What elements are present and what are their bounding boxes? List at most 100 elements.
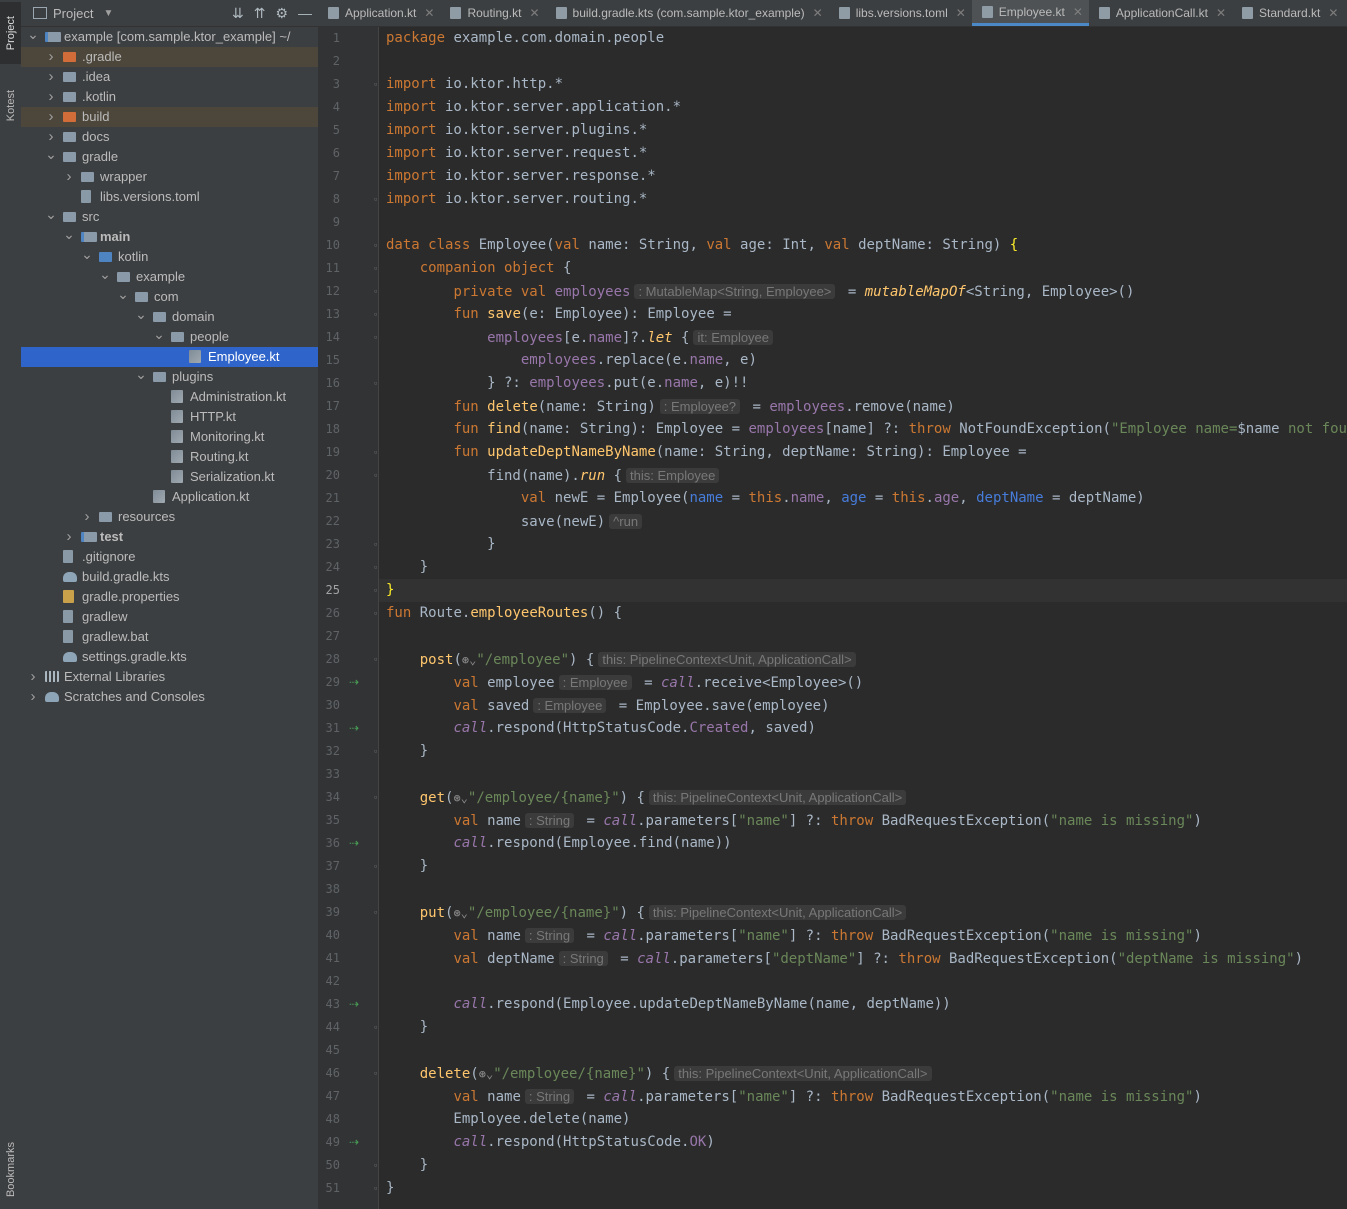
tree-item[interactable]: Application.kt [21,487,318,507]
collapse-all-icon[interactable]: ⇈ [254,5,266,22]
fold-icon[interactable]: ▫ [374,188,377,211]
suspend-call-icon[interactable]: ⇢ [349,1131,359,1154]
fold-icon[interactable]: ▫ [374,1177,377,1200]
chevron-right-icon[interactable]: › [81,507,93,527]
tree-item[interactable]: Employee.kt [21,347,318,367]
chevron-right-icon[interactable]: › [45,67,57,87]
fold-icon[interactable]: ▫ [374,234,377,257]
tree-item[interactable]: gradlew [21,607,318,627]
chevron-right-icon[interactable]: › [63,167,75,187]
fold-icon[interactable]: ▫ [374,1154,377,1177]
close-icon[interactable]: ✕ [1073,5,1083,19]
chevron-down-icon[interactable]: ⌄ [99,267,111,281]
chevron-right-icon[interactable]: › [45,107,57,127]
suspend-call-icon[interactable]: ⇢ [349,993,359,1016]
tree-item[interactable]: › .kotlin [21,87,318,107]
chevron-right-icon[interactable]: › [45,87,57,107]
fold-icon[interactable]: ▫ [374,326,377,349]
fold-icon[interactable]: ▫ [374,855,377,878]
tree-item[interactable]: ⌄ src [21,207,318,227]
close-icon[interactable]: ✕ [529,6,539,20]
tree-item[interactable]: ⌄ people [21,327,318,347]
tree-item[interactable]: › External Libraries [21,667,318,687]
expand-all-icon[interactable]: ⇊ [232,5,244,22]
fold-icon[interactable]: ▫ [374,579,377,602]
editor-tab[interactable]: ApplicationCall.kt ✕ [1089,0,1232,26]
chevron-down-icon[interactable]: ⌄ [45,147,57,161]
chevron-down-icon[interactable]: ⌄ [45,207,57,221]
gear-icon[interactable]: ⚙ [275,5,288,22]
tree-item[interactable]: Routing.kt [21,447,318,467]
close-icon[interactable]: ✕ [424,6,434,20]
fold-icon[interactable]: ▫ [374,602,377,625]
close-icon[interactable]: ✕ [1328,6,1338,20]
tree-item[interactable]: › build [21,107,318,127]
code-editor[interactable]: package example.com.domain.people import … [379,27,1347,1209]
chevron-down-icon[interactable]: ⌄ [27,27,39,41]
fold-icon[interactable]: ▫ [374,303,377,326]
tree-item[interactable]: ⌄ example [com.sample.ktor_example] ~/ [21,27,318,47]
tree-item[interactable]: settings.gradle.kts [21,647,318,667]
fold-icon[interactable]: ▫ [374,556,377,579]
fold-icon[interactable]: ▫ [374,257,377,280]
chevron-down-icon[interactable]: ▼ [103,8,113,19]
fold-icon[interactable]: ▫ [374,901,377,924]
fold-icon[interactable]: ▫ [374,740,377,763]
close-icon[interactable]: ✕ [956,6,966,20]
fold-icon[interactable]: ▫ [374,280,377,303]
tree-item[interactable]: ⌄ com [21,287,318,307]
tree-item[interactable]: Serialization.kt [21,467,318,487]
editor-tab[interactable]: build.gradle.kts (com.sample.ktor_exampl… [546,0,829,26]
fold-icon[interactable]: ▫ [374,1016,377,1039]
tree-item[interactable]: ⌄ example [21,267,318,287]
chevron-right-icon[interactable]: › [27,687,39,707]
chevron-right-icon[interactable]: › [45,127,57,147]
tree-item[interactable]: › wrapper [21,167,318,187]
tree-item[interactable]: Monitoring.kt [21,427,318,447]
close-icon[interactable]: ✕ [813,6,823,20]
fold-icon[interactable]: ▫ [374,73,377,96]
project-view-selector[interactable]: Project [53,6,93,21]
tree-item[interactable]: › resources [21,507,318,527]
chevron-down-icon[interactable]: ⌄ [135,307,147,321]
tree-item[interactable]: ⌄ domain [21,307,318,327]
chevron-down-icon[interactable]: ⌄ [117,287,129,301]
chevron-right-icon[interactable]: › [27,667,39,687]
fold-icon[interactable]: ▫ [374,372,377,395]
tree-item[interactable]: HTTP.kt [21,407,318,427]
suspend-call-icon[interactable]: ⇢ [349,671,359,694]
chevron-down-icon[interactable]: ⌄ [81,247,93,261]
fold-icon[interactable]: ▫ [374,464,377,487]
tree-item[interactable]: ⌄ plugins [21,367,318,387]
tree-item[interactable]: › .gradle [21,47,318,67]
suspend-call-icon[interactable]: ⇢ [349,717,359,740]
chevron-down-icon[interactable]: ⌄ [153,327,165,341]
chevron-down-icon[interactable]: ⌄ [135,367,147,381]
tree-item[interactable]: ⌄ main [21,227,318,247]
fold-icon[interactable]: ▫ [374,533,377,556]
fold-icon[interactable]: ▫ [374,786,377,809]
tree-item[interactable]: .gitignore [21,547,318,567]
tree-item[interactable]: gradlew.bat [21,627,318,647]
tree-item[interactable]: ⌄ gradle [21,147,318,167]
chevron-right-icon[interactable]: › [63,527,75,547]
editor-tab[interactable]: Routing.kt ✕ [440,0,545,26]
tree-item[interactable]: libs.versions.toml [21,187,318,207]
tree-item[interactable]: build.gradle.kts [21,567,318,587]
editor-tab[interactable]: Employee.kt ✕ [971,0,1089,26]
tree-item[interactable]: › .idea [21,67,318,87]
tree-item[interactable]: › test [21,527,318,547]
editor-tab[interactable]: Application.kt ✕ [318,0,440,26]
kotest-tool-tab[interactable]: Kotest [0,78,21,134]
tree-item[interactable]: gradle.properties [21,587,318,607]
fold-icon[interactable]: ▫ [374,441,377,464]
fold-icon[interactable]: ▫ [374,648,377,671]
tree-item[interactable]: › docs [21,127,318,147]
tree-item[interactable]: › Scratches and Consoles [21,687,318,707]
suspend-call-icon[interactable]: ⇢ [349,832,359,855]
fold-icon[interactable]: ▫ [374,1062,377,1085]
chevron-right-icon[interactable]: › [45,47,57,67]
chevron-down-icon[interactable]: ⌄ [63,227,75,241]
close-icon[interactable]: ✕ [1216,6,1226,20]
project-tool-tab[interactable]: Project [0,2,21,64]
